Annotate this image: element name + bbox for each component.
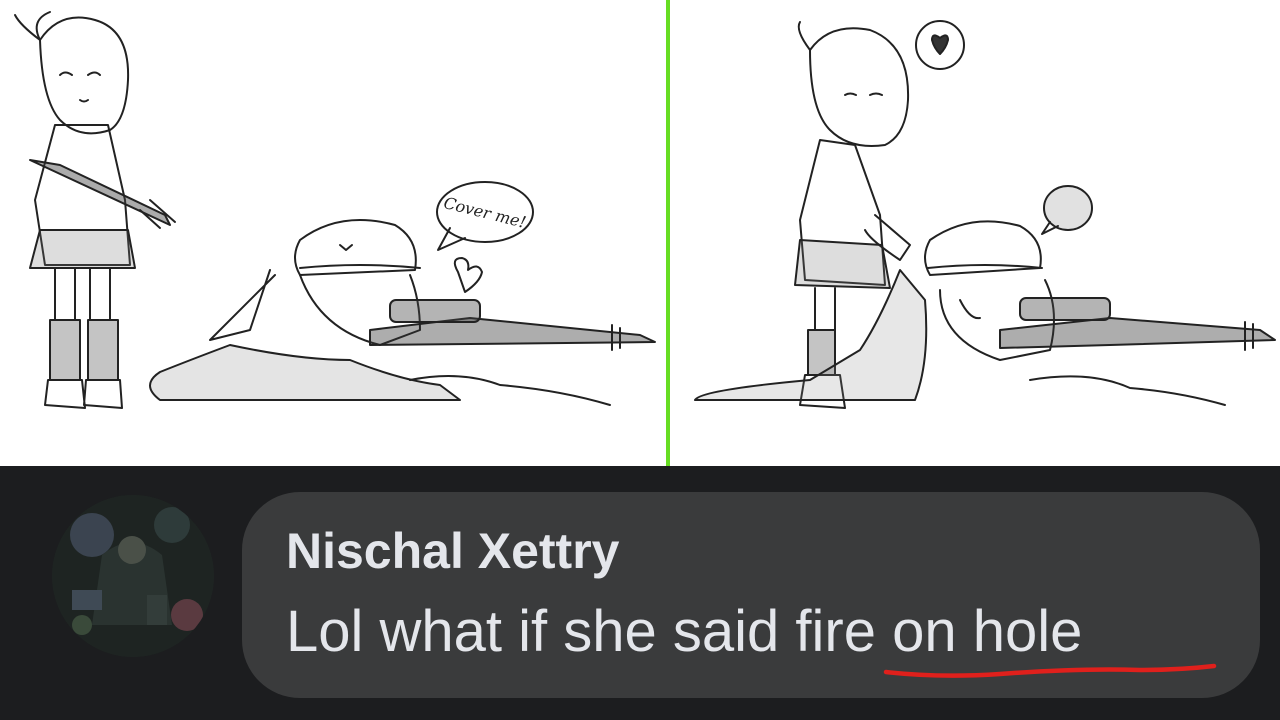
- comic-panel-left-drawing: Cover me!: [14, 11, 656, 409]
- avatar[interactable]: [52, 495, 214, 657]
- comment-text: Lol what if she said fire on hole: [286, 595, 1082, 669]
- standing-girl-figure: [14, 11, 176, 409]
- comic-panel-right: [670, 0, 1280, 466]
- comment-text-prefix: Lol what if she said: [286, 599, 796, 664]
- small-heart-doodle: [453, 257, 483, 293]
- comic-strip: Cover me!: [0, 0, 1280, 466]
- prone-sniper-figure: [149, 219, 656, 406]
- thought-bubble: [1041, 185, 1093, 235]
- prone-sniper-figure-right: [694, 220, 1276, 406]
- comment-text-highlight: fire on hole: [795, 599, 1083, 664]
- comment-author[interactable]: Nischal Xettry: [286, 521, 619, 581]
- comic-panel-right-drawing: [694, 20, 1276, 409]
- red-underline-annotation: [883, 663, 1217, 678]
- comic-panel-left: Cover me!: [0, 0, 666, 466]
- heart-icon: [915, 20, 965, 70]
- speech-bubble-text: Cover me!: [442, 193, 528, 232]
- profile-photo-icon: [52, 495, 214, 657]
